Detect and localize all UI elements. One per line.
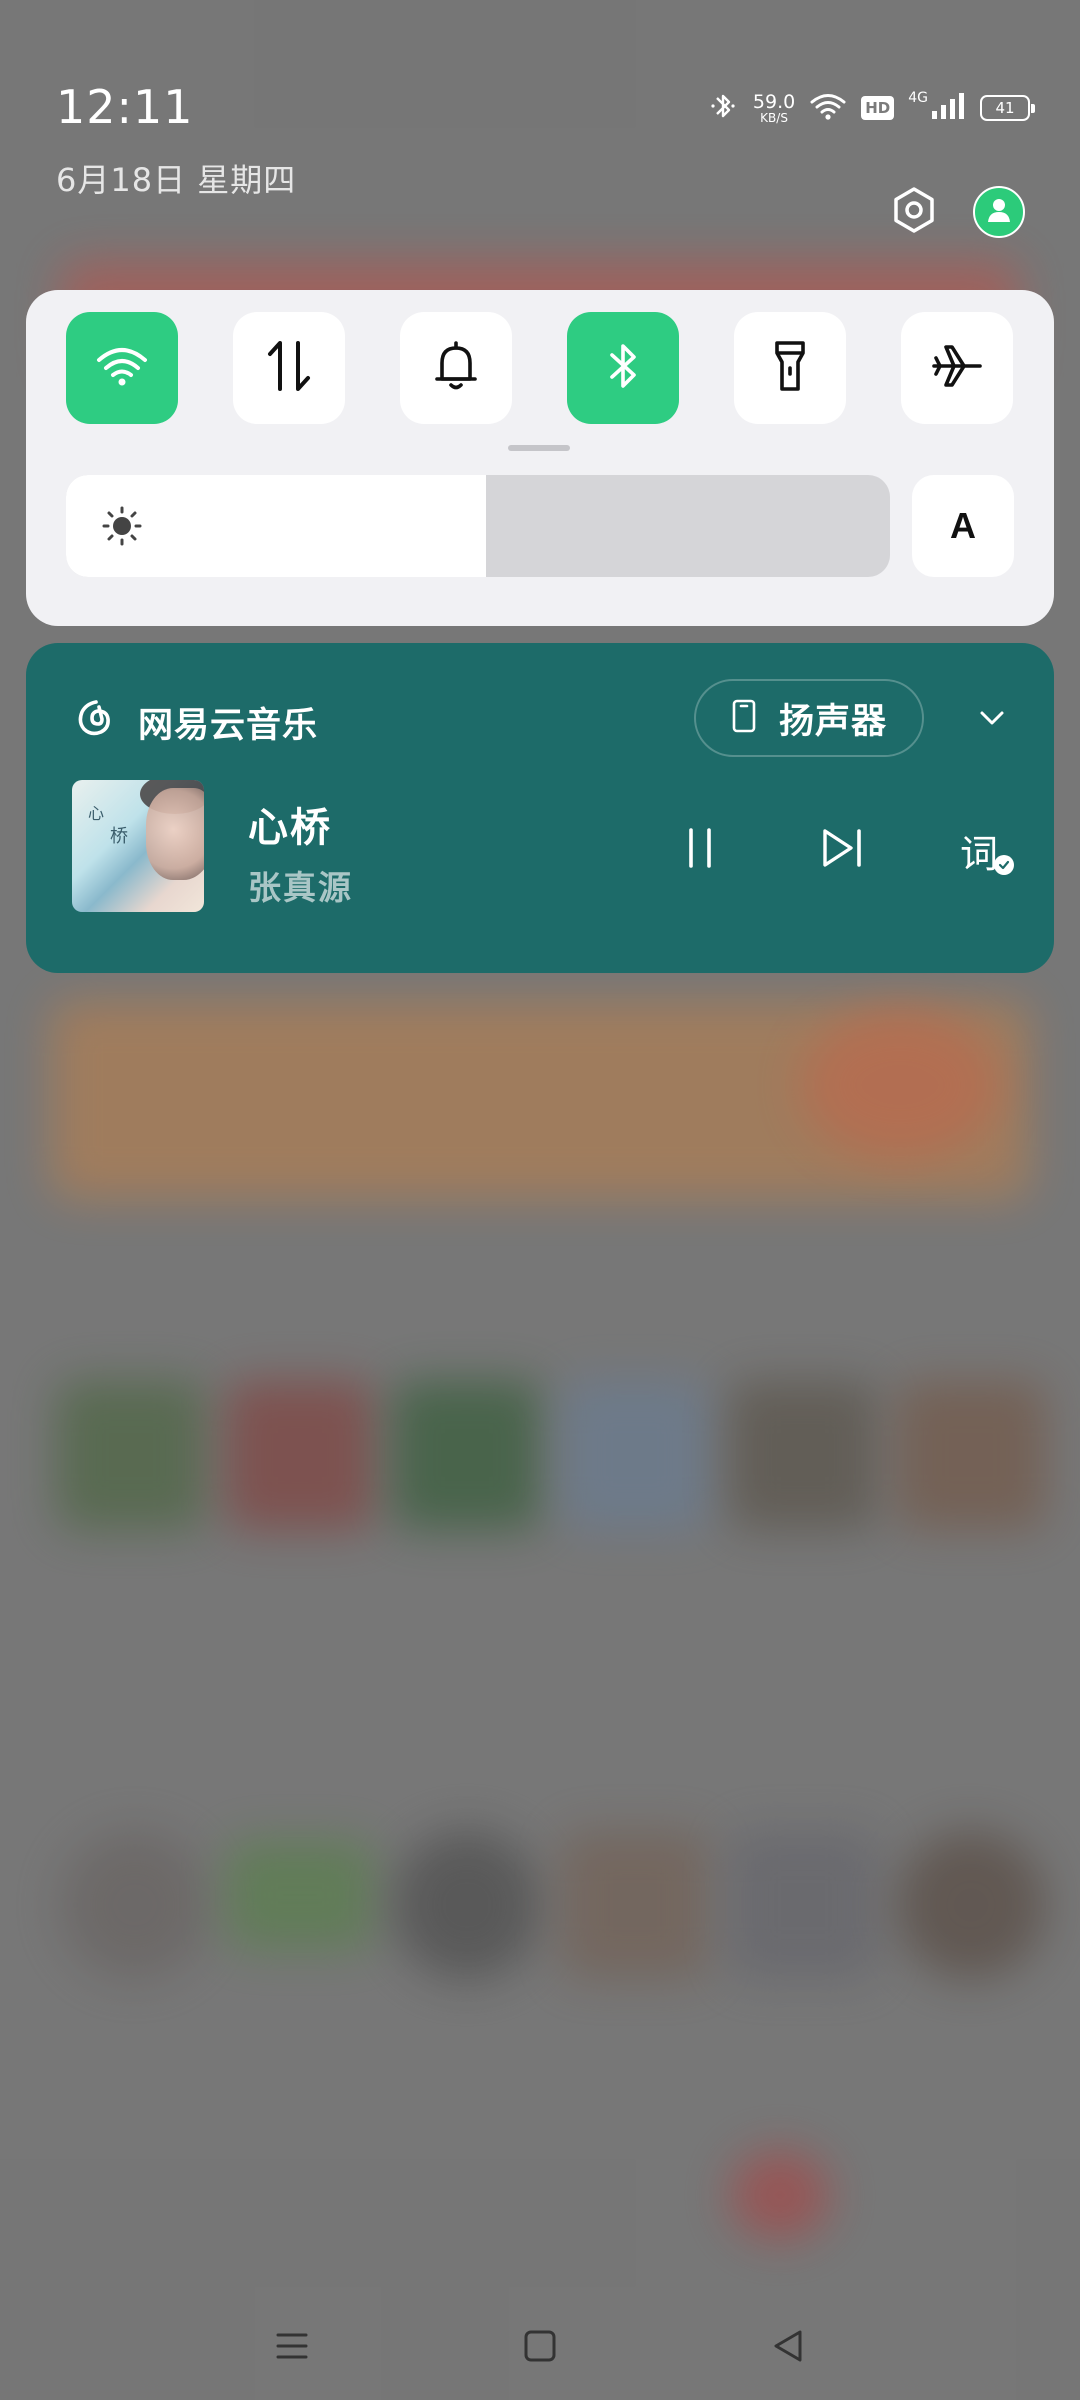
data-transfer-icon — [264, 339, 314, 397]
wifi-tile[interactable] — [66, 312, 178, 424]
flashlight-icon — [770, 338, 810, 398]
back-icon — [768, 2326, 808, 2370]
artist-name: 张真源 — [248, 868, 353, 907]
bell-icon — [432, 339, 480, 397]
recent-apps-button[interactable] — [262, 2318, 322, 2378]
song-title: 心桥 — [248, 805, 332, 851]
home-icon — [520, 2326, 560, 2370]
status-time: 12:11 — [56, 80, 194, 134]
next-track-button[interactable] — [812, 820, 872, 880]
network-speed-unit: KB/S — [760, 110, 788, 125]
navigation-bar — [0, 2310, 1080, 2380]
output-device-button[interactable]: 扬声器 — [694, 679, 924, 757]
quick-settings-panel: A — [26, 290, 1054, 626]
pause-icon — [680, 824, 720, 876]
settings-icon — [890, 186, 938, 238]
flashlight-tile[interactable] — [734, 312, 846, 424]
status-icons: 59.0 KB/S HD 4G 41 — [709, 88, 1035, 128]
expand-media-button[interactable] — [972, 698, 1012, 738]
airplane-mode-tile[interactable] — [901, 312, 1013, 424]
album-art-text-1: 心 — [88, 804, 105, 823]
cellular-signal-icon — [930, 91, 966, 125]
account-icon — [986, 197, 1012, 227]
bluetooth-icon — [603, 339, 643, 397]
next-track-icon — [817, 824, 867, 876]
network-type: 4G — [908, 90, 928, 106]
lyrics-button[interactable]: 词 — [960, 823, 1014, 879]
netease-music-icon — [74, 698, 114, 738]
wifi-icon — [809, 91, 847, 125]
lyrics-label: 词 — [960, 832, 999, 876]
media-card[interactable]: 网易云音乐 扬声器 心 桥 心桥 张真源 词 — [26, 643, 1054, 973]
bluetooth-tile[interactable] — [567, 312, 679, 424]
output-device-label: 扬声器 — [778, 701, 887, 742]
back-button[interactable] — [758, 2318, 818, 2378]
sun-icon — [102, 506, 142, 546]
pause-button[interactable] — [670, 820, 730, 880]
panel-drag-handle[interactable] — [508, 445, 570, 451]
album-art: 心 桥 — [72, 780, 204, 912]
auto-brightness-button[interactable]: A — [912, 475, 1014, 577]
network-speed-value: 59.0 — [752, 90, 796, 113]
chevron-down-icon — [972, 711, 1012, 742]
hd-icon: HD — [861, 96, 895, 120]
phone-icon — [731, 699, 757, 737]
bluetooth-icon — [709, 89, 739, 127]
wifi-icon — [95, 344, 149, 392]
lyrics-check-icon — [994, 855, 1014, 875]
mobile-data-tile[interactable] — [233, 312, 345, 424]
battery-icon: 41 — [980, 95, 1035, 121]
brightness-slider[interactable] — [66, 475, 890, 577]
airplane-icon — [930, 339, 984, 397]
home-button[interactable] — [510, 2318, 570, 2378]
settings-button[interactable] — [886, 184, 942, 240]
menu-icon — [272, 2326, 312, 2370]
sound-tile[interactable] — [400, 312, 512, 424]
media-app-name: 网易云音乐 — [138, 706, 319, 746]
album-art-text-2: 桥 — [110, 826, 128, 847]
battery-level: 41 — [995, 99, 1015, 117]
network-speed: 59.0 KB/S — [752, 90, 796, 125]
account-button[interactable] — [973, 186, 1025, 238]
status-date: 6月18日 星期四 — [56, 161, 297, 199]
